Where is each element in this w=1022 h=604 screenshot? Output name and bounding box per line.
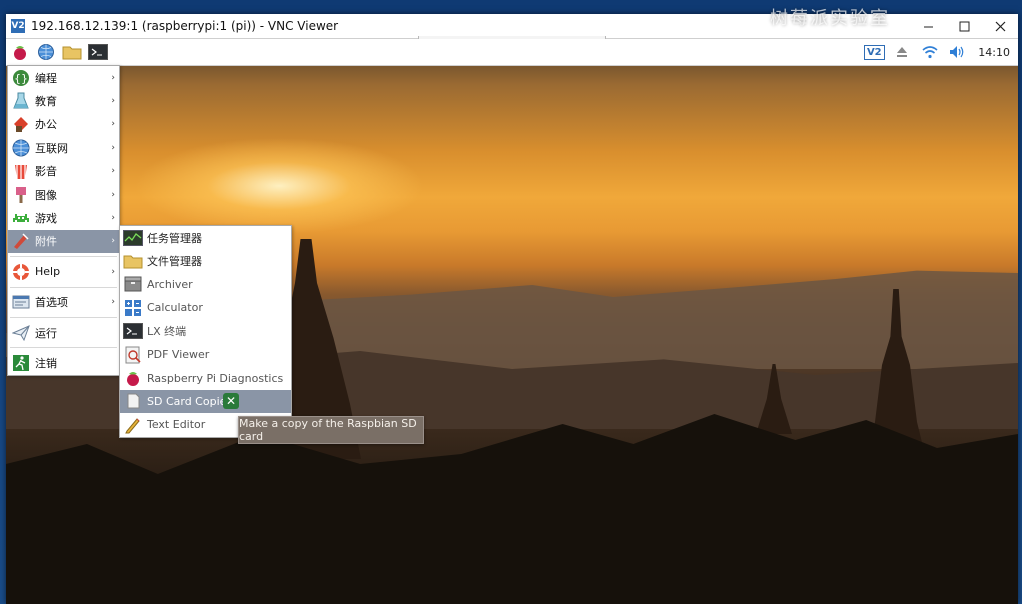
education-icon [11,91,31,111]
internet-icon [11,138,31,158]
chevron-right-icon: › [111,72,115,83]
submenu-item-label: LX 终端 [147,325,187,339]
menu-item-label: Help [35,265,61,279]
chevron-right-icon: › [111,266,115,277]
chevron-right-icon: › [111,189,115,200]
submenu-item-archiver[interactable]: Archiver [120,273,291,296]
preferences-icon [11,292,31,312]
menu-item-label: 互联网 [35,141,68,155]
menu-item-graphics[interactable]: 图像 › [8,183,119,206]
calculator-icon [123,298,143,318]
wifi-icon[interactable] [918,40,942,64]
submenu-item-label: Raspberry Pi Diagnostics [147,371,284,385]
task-manager-icon [123,228,143,248]
submenu-item-task-manager[interactable]: 任务管理器 [120,226,291,249]
text-editor-icon [123,415,143,435]
submenu-item-label: SD Card Copier [147,394,231,408]
run-icon [11,323,31,343]
menu-item-label: 运行 [35,326,57,340]
application-menu: {} 编程 › 教育 › 办公 › 互联网 › 影音 › 图像 › 游戏 › 附… [7,65,120,376]
menu-item-label: 注销 [35,356,57,370]
clock[interactable]: 14:10 [978,46,1010,59]
menu-item-education[interactable]: 教育 › [8,89,119,112]
minimize-icon[interactable] [910,14,946,38]
menu-item-preferences[interactable]: 首选项 › [8,291,119,314]
sd-card-icon [123,391,143,411]
chevron-right-icon: › [111,297,115,308]
volume-icon[interactable] [946,40,970,64]
menu-item-sound-video[interactable]: 影音 › [8,160,119,183]
menu-separator [10,256,117,258]
graphics-icon [11,185,31,205]
office-icon [11,114,31,134]
submenu-item-label: Archiver [147,277,193,291]
menu-item-label: 教育 [35,95,57,109]
games-icon [11,208,31,228]
menu-item-label: 编程 [35,71,57,85]
menu-item-accessories[interactable]: 附件 › [8,229,119,254]
submenu-item-pdf-viewer[interactable]: PDF Viewer [120,343,291,366]
submenu-item-calculator[interactable]: Calculator [120,296,291,319]
vnc-tray-icon[interactable]: V2 [862,40,886,64]
submenu-item-label: PDF Viewer [147,348,210,362]
chevron-right-icon: › [111,166,115,177]
logout-icon [11,353,31,373]
web-browser-icon[interactable] [34,40,58,64]
accessories-submenu: 任务管理器 文件管理器 Archiver Calculator LX 终端 PD… [119,225,292,438]
menu-item-games[interactable]: 游戏 › [8,206,119,229]
menu-item-label: 游戏 [35,212,57,226]
archiver-icon [123,274,143,294]
vnc-logo-icon: V2 [11,19,25,33]
tooltip: Make a copy of the Raspbian SD card [238,416,424,444]
submenu-item-label: 文件管理器 [147,255,202,269]
menu-item-office[interactable]: 办公 › [8,113,119,136]
menu-item-label: 首选项 [35,296,68,310]
maximize-icon[interactable] [946,14,982,38]
svg-text:{}: {} [14,72,28,85]
file-manager-icon [123,251,143,271]
chevron-right-icon: › [111,142,115,153]
submenu-item-label: Calculator [147,301,203,315]
menu-item-run[interactable]: 运行 [8,321,119,344]
watermark-overlay: 树莓派实验室 [770,8,890,29]
menu-item-label: 办公 [35,118,57,132]
programming-icon: {} [11,68,31,88]
chevron-right-icon: › [111,236,115,247]
raspberry-menu-icon[interactable] [8,40,32,64]
chevron-right-icon: › [111,96,115,107]
submenu-item-lx-terminal[interactable]: LX 终端 [120,320,291,343]
menu-item-internet[interactable]: 互联网 › [8,136,119,159]
window-title: 192.168.12.139:1 (raspberrypi:1 (pi)) - … [31,19,339,33]
pdf-viewer-icon [123,345,143,365]
accessories-icon [11,231,31,251]
submenu-item-raspberry-pi-diagnostics[interactable]: Raspberry Pi Diagnostics [120,366,291,389]
taskbar-panel: V2 14:10 [6,39,1018,66]
menu-item-label: 图像 [35,188,57,202]
submenu-item-label: Text Editor [147,418,206,432]
vnc-tray-label: V2 [863,44,885,60]
terminal-icon [123,321,143,341]
menu-separator [10,347,117,349]
sound-video-icon [11,161,31,181]
eject-icon[interactable] [890,40,914,64]
menu-item-label: 影音 [35,165,57,179]
raspberry-icon [123,368,143,388]
close-icon: ✕ [223,392,239,409]
menu-separator [10,316,117,318]
submenu-item-sd-card-copier[interactable]: SD Card Copier ✕ [120,389,291,414]
submenu-item-label: 任务管理器 [147,231,202,245]
menu-item-help[interactable]: Help › [8,260,119,283]
menu-separator [10,286,117,288]
menu-item-logout[interactable]: 注销 [8,351,119,374]
menu-item-label: 附件 [35,235,57,249]
chevron-right-icon: › [111,119,115,130]
chevron-right-icon: › [111,213,115,224]
file-manager-icon[interactable] [60,40,84,64]
vnc-viewer-window: V2 192.168.12.139:1 (raspberrypi:1 (pi))… [6,14,1018,604]
menu-item-programming[interactable]: {} 编程 › [8,66,119,89]
help-icon [11,262,31,282]
close-icon[interactable] [982,14,1018,38]
terminal-icon[interactable] [86,40,110,64]
submenu-item-file-manager[interactable]: 文件管理器 [120,249,291,272]
